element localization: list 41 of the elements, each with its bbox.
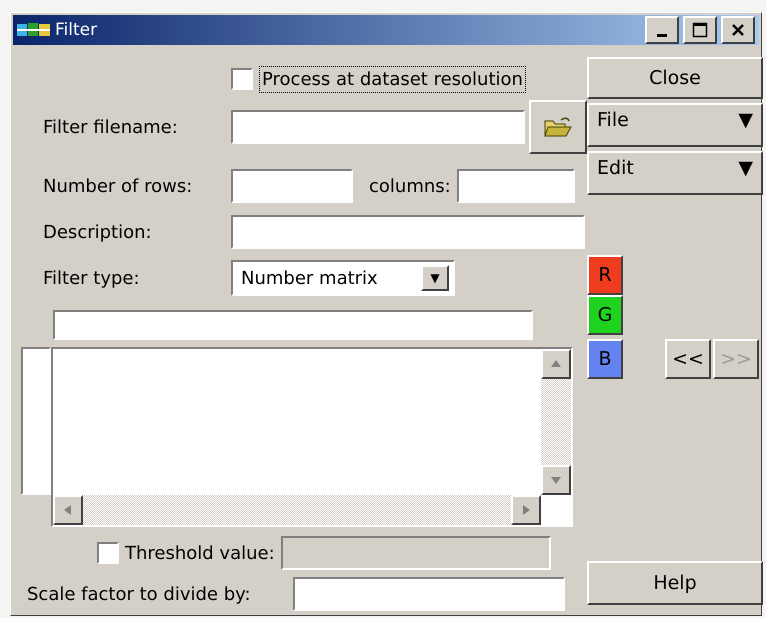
scroll-up-icon — [550, 359, 562, 369]
menu-button[interactable]: Edit ▼ — [587, 151, 763, 195]
field-label: Scale factor to divide by: — [27, 584, 252, 604]
folder-icon — [543, 115, 573, 139]
channel-button[interactable]: R — [587, 255, 623, 295]
field-label: Threshold value: — [125, 542, 275, 564]
field-label: columns: — [369, 176, 451, 196]
channel-button[interactable]: B — [587, 339, 623, 379]
minimize-icon — [657, 34, 667, 36]
filter-type-dropdown[interactable]: Number matrix ▼ — [231, 260, 455, 296]
scale-field[interactable] — [293, 577, 565, 611]
field-label: Description: — [42, 222, 153, 242]
minimize-button[interactable] — [645, 16, 679, 44]
checkbox-label: Process at dataset resolution — [259, 66, 526, 92]
vertical-scrollbar[interactable] — [541, 349, 571, 495]
window-title: Filter — [55, 20, 98, 40]
filename-field[interactable] — [231, 110, 525, 144]
help-button[interactable]: Help — [587, 561, 763, 605]
close-button[interactable] — [721, 16, 755, 44]
column-header-field[interactable] — [53, 310, 533, 340]
maximize-icon — [692, 22, 708, 38]
maximize-button[interactable] — [683, 16, 717, 44]
field-label: Number of rows: — [42, 176, 194, 196]
browse-button[interactable] — [529, 100, 587, 154]
app-icon — [17, 21, 51, 39]
description-field[interactable] — [231, 215, 585, 249]
matrix-area[interactable] — [51, 347, 573, 527]
columns-field[interactable] — [456, 169, 575, 203]
scroll-down-icon — [550, 475, 562, 485]
close-icon — [731, 23, 745, 37]
navigation-button[interactable]: << — [665, 339, 711, 379]
scroll-left-icon — [62, 505, 74, 515]
close-button[interactable]: Close — [587, 57, 763, 99]
channel-button[interactable]: G — [587, 295, 623, 335]
rows-field[interactable] — [231, 169, 353, 203]
resolution-checkbox[interactable] — [231, 68, 253, 90]
scroll-right-icon — [520, 505, 532, 515]
horizontal-scrollbar[interactable] — [53, 495, 541, 525]
menu-button[interactable]: File ▼ — [587, 103, 763, 147]
field-label: Filter type: — [42, 268, 141, 288]
field-label: Filter filename: — [42, 116, 179, 138]
